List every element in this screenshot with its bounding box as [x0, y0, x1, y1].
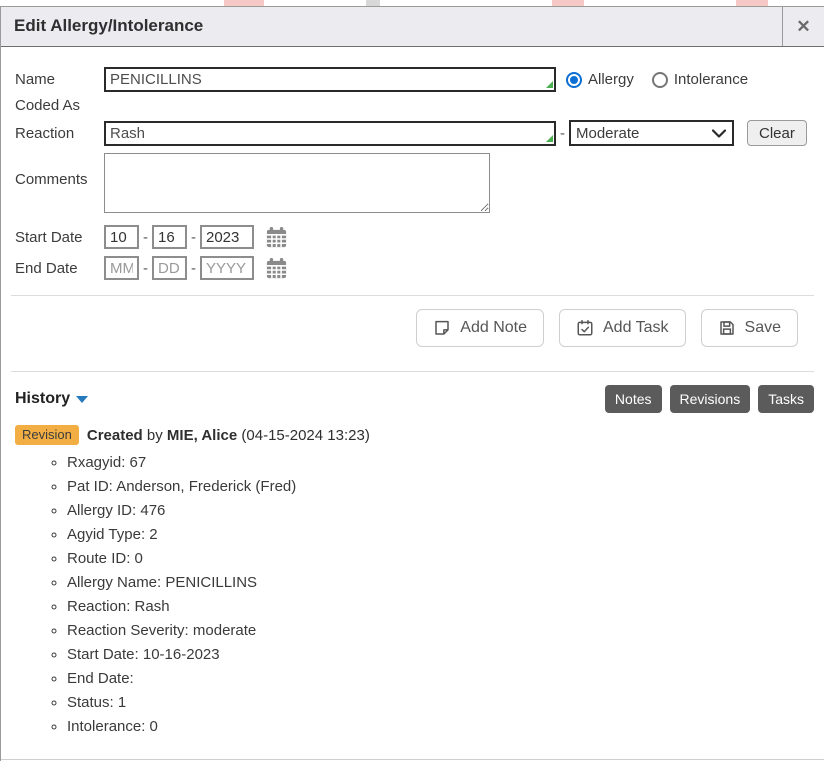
revision-entry-header: Revision Created by MIE, Alice (04-15-20…: [1, 413, 824, 445]
list-item: Status: 1: [67, 694, 824, 711]
background-page-strip: [0, 0, 824, 6]
start-day-input[interactable]: [152, 225, 187, 249]
dialog-title: Edit Allergy/Intolerance: [1, 7, 782, 46]
reaction-separator: -: [560, 125, 565, 142]
list-item: Start Date: 10-16-2023: [67, 646, 824, 663]
list-item: Intolerance: 0: [67, 718, 824, 735]
save-button[interactable]: Save: [701, 309, 798, 347]
caret-down-icon: [76, 396, 88, 403]
save-floppy-icon: [718, 319, 736, 337]
revision-by-word: by: [147, 427, 163, 444]
intolerance-radio[interactable]: [652, 72, 668, 88]
list-item: Rxagyid: 67: [67, 454, 824, 471]
comments-row: Comments: [15, 153, 824, 213]
allergy-radio-label: Allergy: [588, 71, 634, 88]
comments-textarea[interactable]: [104, 153, 490, 213]
clear-button[interactable]: Clear: [747, 120, 807, 146]
revision-detail-list: Rxagyid: 67 Pat ID: Anderson, Frederick …: [1, 454, 824, 735]
save-label: Save: [745, 319, 781, 337]
list-item: Agyid Type: 2: [67, 526, 824, 543]
tasks-button[interactable]: Tasks: [758, 385, 814, 413]
add-note-button[interactable]: Add Note: [416, 309, 544, 347]
history-header: History Notes Revisions Tasks: [1, 372, 824, 413]
date-separator: -: [143, 260, 148, 277]
coded-as-label: Coded As: [15, 97, 104, 114]
date-separator: -: [143, 229, 148, 246]
chevron-down-icon: [712, 129, 726, 138]
end-date-label: End Date: [15, 260, 104, 277]
dialog-titlebar: Edit Allergy/Intolerance ✕: [1, 7, 824, 47]
list-item: Pat ID: Anderson, Frederick (Fred): [67, 478, 824, 495]
severity-select-value: Moderate: [576, 125, 639, 142]
start-year-input[interactable]: [200, 225, 254, 249]
date-separator: -: [191, 260, 196, 277]
intolerance-radio-label: Intolerance: [674, 71, 748, 88]
list-item: Reaction Severity: moderate: [67, 622, 824, 639]
revision-action: Created: [87, 427, 143, 444]
end-month-input[interactable]: [104, 256, 139, 280]
add-task-button[interactable]: Add Task: [559, 309, 686, 347]
action-button-row: Add Note Add Task Save: [1, 296, 824, 371]
add-task-label: Add Task: [603, 319, 669, 337]
list-item: Reaction: Rash: [67, 598, 824, 615]
end-date-calendar-icon[interactable]: [265, 257, 288, 280]
end-date-row: End Date - -: [15, 256, 824, 280]
notes-button[interactable]: Notes: [605, 385, 662, 413]
history-title: History: [15, 390, 70, 408]
background-fragment: [224, 0, 264, 6]
background-fragment: [552, 0, 584, 6]
comments-label: Comments: [15, 153, 104, 188]
start-date-label: Start Date: [15, 229, 104, 246]
date-separator: -: [191, 229, 196, 246]
type-radio-group: Allergy Intolerance: [566, 71, 760, 88]
background-fragment: [736, 0, 768, 6]
name-input[interactable]: [104, 67, 556, 92]
revision-summary: Created by MIE, Alice (04-15-2024 13:23): [87, 427, 370, 444]
revision-badge: Revision: [15, 425, 79, 445]
start-date-calendar-icon[interactable]: [265, 226, 288, 249]
allergy-radio[interactable]: [566, 72, 582, 88]
start-month-input[interactable]: [104, 225, 139, 249]
end-year-input[interactable]: [200, 256, 254, 280]
background-fragment: [366, 0, 380, 6]
start-date-row: Start Date - -: [15, 225, 824, 249]
bottom-divider: [1, 759, 824, 760]
revision-user: MIE, Alice: [167, 427, 237, 444]
task-calendar-icon: [576, 319, 594, 337]
reaction-row: Reaction - Moderate Clear: [15, 120, 824, 146]
close-button[interactable]: ✕: [782, 7, 824, 46]
edit-allergy-dialog: Edit Allergy/Intolerance ✕ Name Allergy …: [0, 6, 824, 761]
list-item: Route ID: 0: [67, 550, 824, 567]
history-filter-buttons: Notes Revisions Tasks: [605, 385, 814, 413]
name-label: Name: [15, 71, 104, 88]
severity-select[interactable]: Moderate: [569, 120, 734, 146]
list-item: End Date:: [67, 670, 824, 687]
history-toggle[interactable]: History: [15, 385, 88, 408]
end-day-input[interactable]: [152, 256, 187, 280]
reaction-input[interactable]: [104, 121, 556, 146]
reaction-label: Reaction: [15, 125, 104, 142]
add-note-label: Add Note: [460, 319, 527, 337]
close-icon: ✕: [796, 17, 810, 37]
note-icon: [433, 319, 451, 337]
list-item: Allergy ID: 476: [67, 502, 824, 519]
revisions-button[interactable]: Revisions: [670, 385, 751, 413]
coded-as-row: Coded As: [15, 97, 824, 114]
list-item: Allergy Name: PENICILLINS: [67, 574, 824, 591]
name-row: Name Allergy Intolerance: [15, 67, 824, 92]
revision-timestamp: (04-15-2024 13:23): [241, 427, 369, 444]
